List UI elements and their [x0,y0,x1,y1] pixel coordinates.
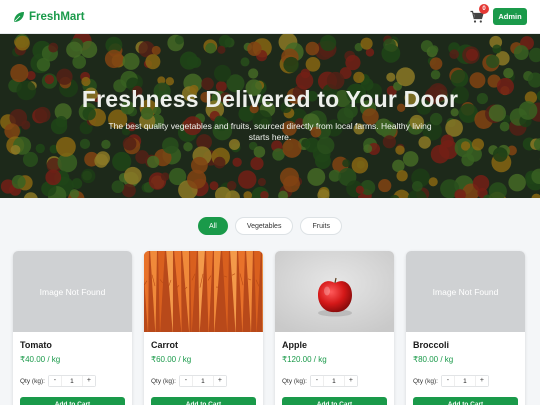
add-to-cart-button[interactable]: Add to Cart [20,397,125,405]
product-card-apple: Apple ₹120.00 / kg Qty (kg): - + Add to … [275,251,394,405]
brand-logo[interactable]: FreshMart [13,11,85,23]
top-navbar: FreshMart 0 Admin [0,0,540,34]
quantity-stepper: - + [309,375,358,387]
hero-title: Freshness Delivered to Your Door [81,86,459,112]
carrot-image [144,251,263,332]
admin-button[interactable]: Admin [493,8,527,25]
apple-image [275,251,394,332]
qty-label: Qty (kg): [151,377,176,385]
quantity-stepper: - + [440,375,489,387]
product-price: ₹120.00 / kg [282,355,327,364]
cart-count-badge: 0 [479,3,489,14]
qty-decrease-button[interactable]: - [179,376,192,386]
filter-all[interactable]: All [198,217,228,235]
product-image-placeholder: Image Not Found [13,251,132,332]
product-name: Tomato [20,340,52,350]
quantity-row: Qty (kg): - + [20,375,96,387]
qty-increase-button[interactable]: + [475,376,488,386]
qty-label: Qty (kg): [282,377,307,385]
qty-decrease-button[interactable]: - [48,376,61,386]
qty-input[interactable] [191,376,214,386]
quantity-row: Qty (kg): - + [413,375,489,387]
qty-decrease-button[interactable]: - [441,376,454,386]
filter-fruits[interactable]: Fruits [300,217,342,235]
qty-decrease-button[interactable]: - [310,376,323,386]
product-price: ₹80.00 / kg [413,355,454,364]
quantity-row: Qty (kg): - + [151,375,227,387]
qty-increase-button[interactable]: + [213,376,226,386]
add-to-cart-button[interactable]: Add to Cart [282,397,387,405]
qty-increase-button[interactable]: + [82,376,95,386]
filter-vegetables[interactable]: Vegetables [234,217,294,235]
hero-subtitle: The best quality vegetables and fruits, … [108,121,432,142]
qty-increase-button[interactable]: + [344,376,357,386]
add-to-cart-button[interactable]: Add to Cart [413,397,518,405]
quantity-stepper: - + [47,375,96,387]
product-grid: Image Not Found Tomato ₹40.00 / kg Qty (… [13,251,527,405]
hero-overlay [0,34,540,198]
category-filters: All Vegetables Fruits [0,217,540,235]
product-image-placeholder: Image Not Found [406,251,525,332]
qty-label: Qty (kg): [20,377,45,385]
product-name: Carrot [151,340,179,350]
brand-name: FreshMart [29,10,85,23]
qty-label: Qty (kg): [413,377,438,385]
quantity-stepper: - + [178,375,227,387]
cart-button[interactable]: 0 [470,3,489,24]
image-not-found-text: Image Not Found [432,286,499,297]
hero-banner: Freshness Delivered to Your Door The bes… [0,34,540,198]
image-not-found-text: Image Not Found [39,286,106,297]
product-price: ₹60.00 / kg [151,355,192,364]
quantity-row: Qty (kg): - + [282,375,358,387]
product-card-tomato: Image Not Found Tomato ₹40.00 / kg Qty (… [13,251,132,405]
leaf-icon [14,11,24,22]
product-card-carrot: Carrot ₹60.00 / kg Qty (kg): - + Add to … [144,251,263,405]
add-to-cart-button[interactable]: Add to Cart [151,397,256,405]
qty-input[interactable] [322,376,345,386]
product-name: Broccoli [413,340,450,350]
qty-input[interactable] [60,376,83,386]
product-card-broccoli: Image Not Found Broccoli ₹80.00 / kg Qty… [406,251,525,405]
qty-input[interactable] [453,376,476,386]
product-name: Apple [282,340,308,350]
product-price: ₹40.00 / kg [20,355,61,364]
